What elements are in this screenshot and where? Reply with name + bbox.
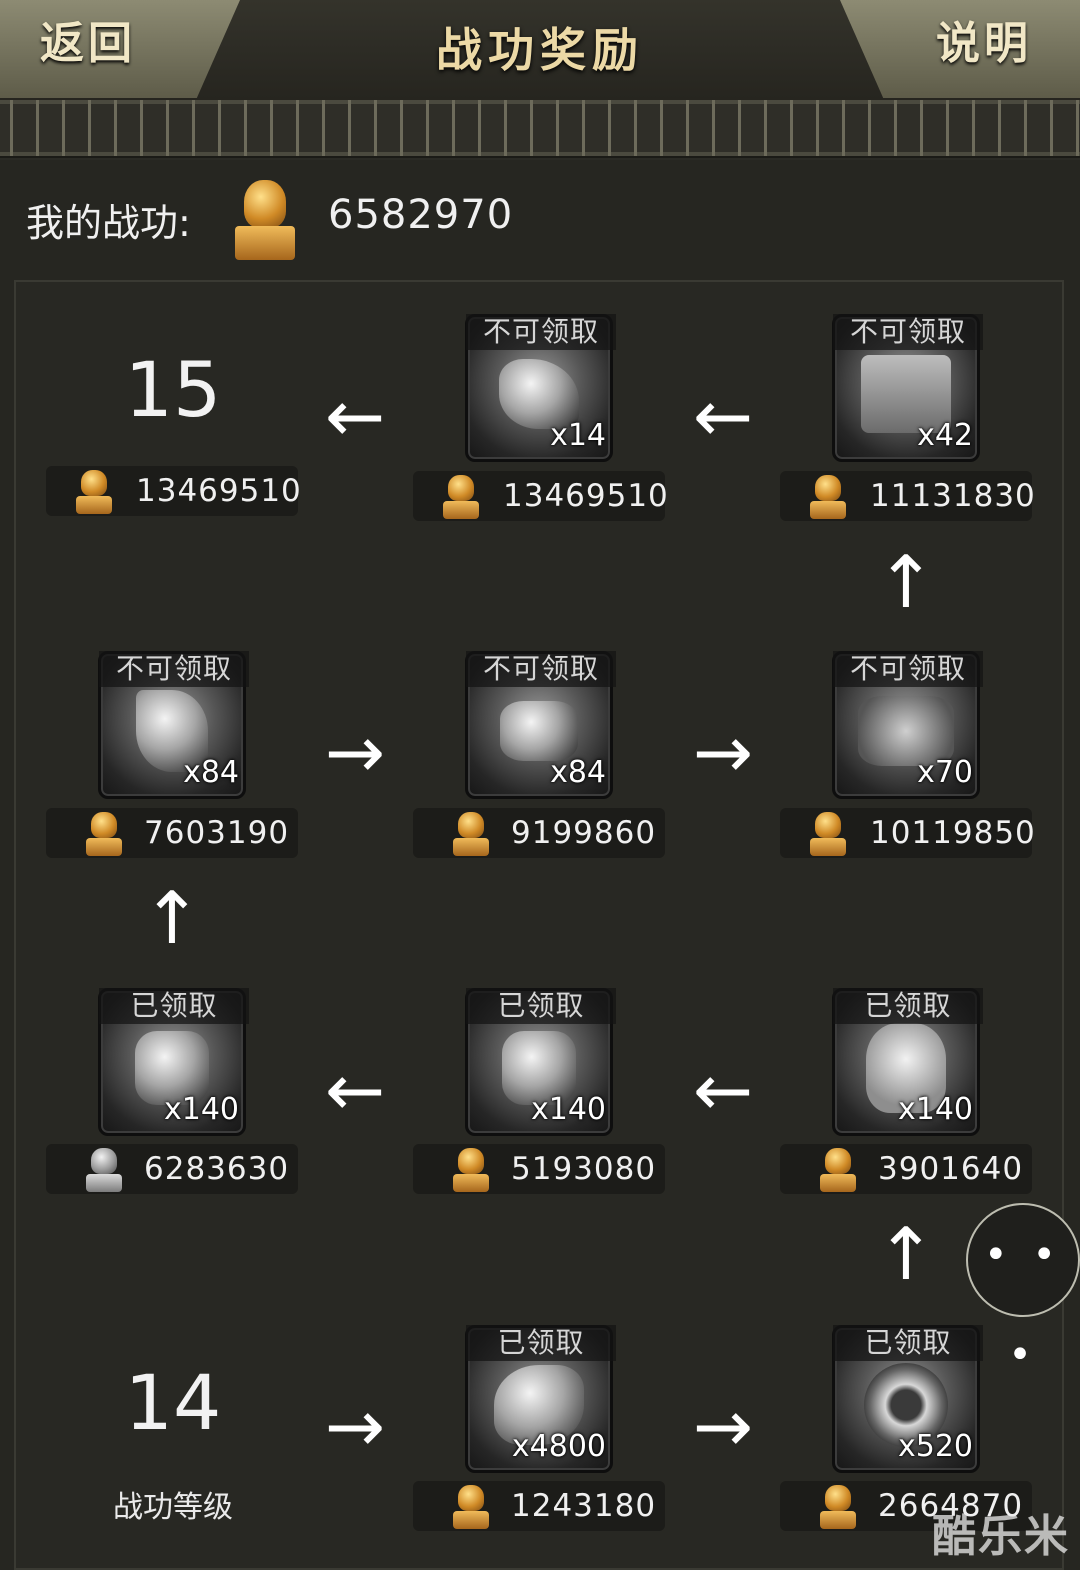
gold-seal-icon	[808, 812, 848, 856]
status-badge: 已领取	[833, 988, 983, 1024]
gold-seal-icon	[451, 1485, 491, 1529]
cost-bar: 3901640	[780, 1144, 1032, 1194]
reward-card[interactable]: 已领取 x140	[832, 988, 983, 1136]
reward-card[interactable]: 不可领取 x70	[832, 651, 983, 799]
cost-value: 5193080	[511, 1151, 657, 1187]
my-merit-value: 6582970	[328, 192, 514, 238]
silver-seal-icon	[84, 1148, 124, 1192]
arrow-left-icon: ←	[692, 1048, 754, 1132]
cost-value: 13469510	[136, 473, 302, 509]
reward-node[interactable]: 不可领取 x84 7603190	[46, 651, 300, 861]
cost-bar: 7603190	[46, 808, 298, 858]
item-quantity: x140	[163, 1092, 239, 1127]
my-merit-label: 我的战功:	[26, 201, 191, 245]
cost-bar: 13469510	[413, 471, 668, 521]
cost-bar: 1243180	[413, 1481, 665, 1531]
gold-seal-icon	[818, 1485, 858, 1529]
more-options-button[interactable]: • • •	[966, 1203, 1080, 1378]
item-quantity: x140	[897, 1092, 973, 1127]
status-badge: 不可领取	[466, 314, 616, 350]
status-badge: 不可领取	[833, 651, 983, 687]
gold-seal-icon	[808, 475, 848, 519]
top-bar: 返回 战功奖励 说明	[0, 0, 1080, 160]
item-quantity: x140	[530, 1092, 606, 1127]
cost-value: 1243180	[511, 1488, 657, 1524]
arrow-right-icon: →	[324, 710, 386, 794]
reward-card[interactable]: 已领取 x140	[465, 988, 616, 1136]
reward-node[interactable]: 已领取 x4800 1243180	[413, 1325, 667, 1535]
cost-value: 10119850	[870, 815, 1036, 851]
cost-value: 9199860	[511, 815, 657, 851]
gold-seal-icon	[74, 470, 114, 514]
reward-node[interactable]: 不可领取 x84 9199860	[413, 651, 667, 861]
item-quantity: x4800	[511, 1429, 606, 1464]
level-15-cost: 13469510	[46, 466, 301, 516]
arrow-left-icon: ←	[324, 1048, 386, 1132]
level-14-label: 14	[124, 1358, 222, 1447]
arrow-right-icon: →	[692, 710, 754, 794]
reward-card[interactable]: 不可领取 x42	[832, 314, 983, 462]
cost-bar: 9199860	[413, 808, 665, 858]
reward-card[interactable]: 已领取 x520	[832, 1325, 983, 1473]
cost-value: 6283630	[144, 1151, 290, 1187]
status-badge: 不可领取	[466, 651, 616, 687]
level-15-label: 15	[124, 345, 222, 434]
gold-seal-icon	[451, 812, 491, 856]
status-badge: 不可领取	[99, 651, 249, 687]
item-quantity: x84	[550, 755, 606, 790]
arrow-right-icon: →	[324, 1384, 386, 1468]
status-badge: 不可领取	[833, 314, 983, 350]
diamond-gem-icon	[500, 700, 578, 761]
item-quantity: x42	[917, 418, 973, 453]
cost-bar: 10119850	[780, 808, 1035, 858]
cost-bar: 6283630	[46, 1144, 298, 1194]
item-quantity: x14	[550, 418, 606, 453]
gold-seal-icon	[84, 812, 124, 856]
meander-border	[0, 100, 1080, 158]
reward-node[interactable]: 不可领取 x70 10119850	[780, 651, 1035, 861]
cost-bar: 11131830	[780, 471, 1035, 521]
level-caption: 战功等级	[113, 1490, 233, 1525]
reward-node[interactable]: 已领取 x140 6283630	[46, 988, 300, 1198]
item-quantity: x84	[183, 755, 239, 790]
arrow-right-icon: →	[692, 1384, 754, 1468]
cost-value: 13469510	[503, 478, 669, 514]
cost-value: 11131830	[870, 478, 1036, 514]
status-badge: 已领取	[466, 988, 616, 1024]
item-quantity: x520	[897, 1429, 973, 1464]
watermark: 酷乐米	[932, 1511, 1070, 1562]
gold-seal-icon	[818, 1148, 858, 1192]
arrow-left-icon: ←	[324, 374, 386, 458]
status-badge: 已领取	[99, 988, 249, 1024]
reward-card[interactable]: 不可领取 x84	[465, 651, 616, 799]
gold-seal-icon	[441, 475, 481, 519]
arrow-up-icon: ↑	[875, 1212, 937, 1296]
cost-bar: 5193080	[413, 1144, 665, 1194]
reward-card[interactable]: 不可领取 x84	[98, 651, 249, 799]
reward-node[interactable]: 已领取 x140 3901640	[780, 988, 1034, 1198]
status-badge: 已领取	[833, 1325, 983, 1361]
item-quantity: x70	[917, 755, 973, 790]
cost-value: 3901640	[878, 1151, 1024, 1187]
reward-node[interactable]: 不可领取 x14 13469510	[413, 314, 668, 524]
reward-card[interactable]: 不可领取 x14	[465, 314, 616, 462]
status-badge: 已领取	[466, 1325, 616, 1361]
reward-card[interactable]: 已领取 x140	[98, 988, 249, 1136]
gold-seal-icon	[451, 1148, 491, 1192]
gold-seal-icon	[232, 180, 298, 260]
arrow-up-icon: ↑	[875, 540, 937, 624]
reward-node[interactable]: 不可领取 x42 11131830	[780, 314, 1035, 524]
arrow-up-icon: ↑	[141, 876, 203, 960]
reward-card[interactable]: 已领取 x4800	[465, 1325, 616, 1473]
arrow-left-icon: ←	[692, 374, 754, 458]
cost-value: 7603190	[144, 815, 290, 851]
reward-node[interactable]: 已领取 x140 5193080	[413, 988, 667, 1198]
